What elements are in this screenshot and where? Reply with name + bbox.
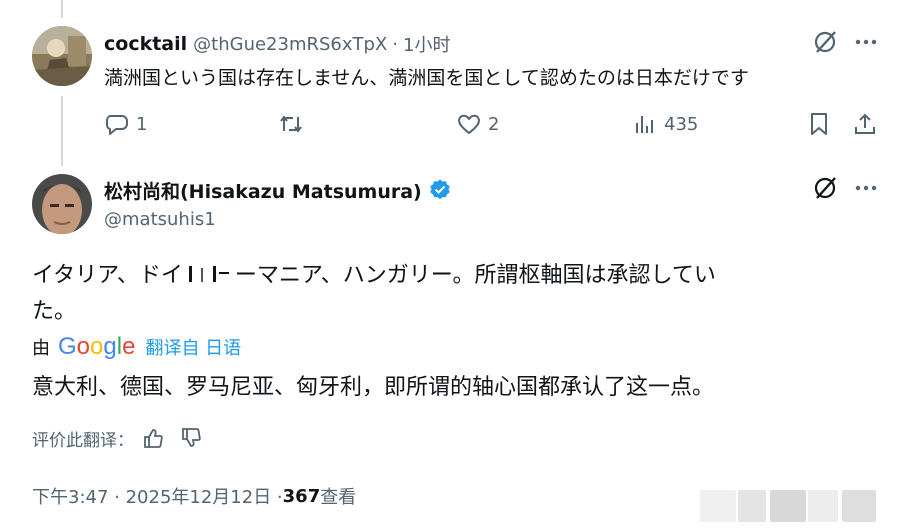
translated-text: 意大利、德国、罗马尼亚、匈牙利，即所谓的轴心国都承认了这一点。 [32,375,715,400]
watermark-block [700,490,736,522]
translation-by-label: 由 [32,338,50,359]
thumbs-down-icon[interactable] [180,427,202,449]
google-logo-letter: o [90,333,104,360]
main-header: 松村尚和(Hisakazu Matsumura) [104,176,452,204]
google-logo: Google [58,333,135,361]
timestamp[interactable]: 下午3:47 · 2025年12月12日 · [32,483,283,509]
like-count: 2 [488,113,500,135]
retweet-icon [280,115,302,133]
redaction-mark [183,262,235,284]
reply-time[interactable]: 1小时 [403,31,450,57]
like-button[interactable]: 2 [456,108,499,140]
thumbs-up-icon[interactable] [142,427,164,449]
bookmark-button[interactable] [806,108,832,140]
more-icon[interactable] [852,174,880,202]
retweet-button[interactable] [278,108,310,140]
main-text-part2: ーマニア、ハンガリー。所謂枢軸国は承認してい [234,263,716,288]
watermark-block [770,490,806,522]
grok-icon[interactable] [812,174,840,202]
reply-author-handle[interactable]: @thGue23mRS6xTpX [193,34,387,55]
rate-translation: 评价此翻译： [32,424,202,452]
reply-text: 満洲国という国は存在しません、満洲国を国として認めたのは日本だけです [104,66,749,89]
views-icon [636,116,653,133]
reply-count: 1 [136,113,148,135]
translated-from-link[interactable]: 翻译自 日语 [145,334,241,360]
thread-line-top [61,0,63,18]
google-logo-letter: e [122,333,136,360]
reply-avatar[interactable] [32,26,92,86]
google-logo-letter: G [58,333,77,360]
verified-badge-icon [428,178,452,202]
translation-attribution: 由 Google 翻译自 日语 [32,332,241,362]
reply-icon [106,115,128,135]
views-button[interactable]: 435 [632,108,698,140]
share-button[interactable] [852,108,878,140]
tweet-meta: 下午3:47 · 2025年12月12日 · 367 查看 [32,481,356,511]
watermark-block [842,490,876,522]
bookmark-icon [811,113,827,135]
watermark-block [808,490,838,522]
share-icon [855,113,875,134]
main-text-line1: イタリア、ドイ ーマニア、ハンガリー。所謂枢軸国は承認してい [32,256,716,290]
main-text-part1: イタリア、ドイ [32,263,183,288]
like-icon [458,114,480,134]
views-count: 435 [664,113,699,135]
reply-button[interactable]: 1 [104,108,147,140]
reply-author-name[interactable]: cocktail [104,33,187,55]
main-text-line2: た。 [32,299,77,324]
reply-header: cocktail @thGue23mRS6xTpX · 1小时 [104,30,450,58]
google-logo-letter: g [103,333,117,360]
more-icon[interactable] [852,28,880,56]
main-author-name[interactable]: 松村尚和(Hisakazu Matsumura) [104,177,422,204]
views-number: 367 [282,485,321,507]
views-label: 查看 [320,487,357,508]
watermark-block [738,490,766,522]
grok-icon[interactable] [812,28,840,56]
google-logo-letter: o [76,333,91,360]
reply-separator: · [392,33,399,55]
thread-line-bottom [61,96,63,166]
main-avatar[interactable] [32,174,92,234]
main-author-handle[interactable]: @matsuhis1 [104,206,216,232]
rate-translation-label: 评价此翻译： [32,430,134,451]
